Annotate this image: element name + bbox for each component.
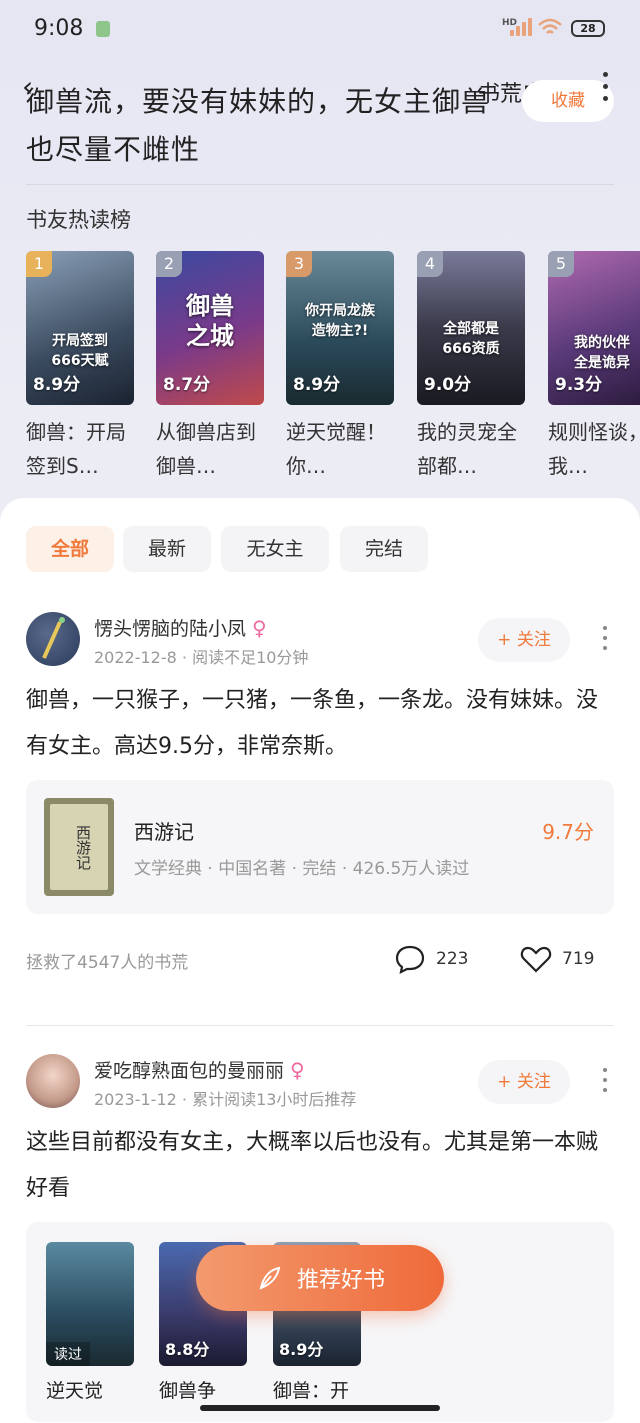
home-indicator[interactable] <box>200 1405 440 1411</box>
avatar-art-icon <box>42 617 65 659</box>
rank-badge: 2 <box>156 251 182 277</box>
post: 爱吃醇熟面包的曼丽丽 ♀ 2023-1-12 · 累计阅读13小时后推荐 + 关注… <box>26 1054 614 1422</box>
avatar[interactable] <box>26 612 80 666</box>
cover-art: 开局签到 666天赋 <box>51 333 109 369</box>
book-name: 逆天觉 <box>46 1380 104 1402</box>
book-name: 从御兽店到御兽… <box>156 420 256 478</box>
like-count: 719 <box>562 949 595 969</box>
hot-book-card[interactable]: 3 你开局龙族 造物主?! 8.9分 逆天觉醒！你… <box>286 251 394 483</box>
feather-icon <box>259 1266 281 1290</box>
book-score: 9.0分 <box>424 375 472 395</box>
cover-art: 全部都是 666资质 <box>442 321 500 357</box>
comment-button[interactable]: 223 <box>394 944 468 974</box>
post-text: 这些目前都没有女主，大概率以后也没有。尤其是第一本贼好看 <box>26 1130 599 1201</box>
post-footer: 拯救了4547人的书荒 223 719 <box>26 944 614 974</box>
fab-label: 推荐好书 <box>296 1268 385 1293</box>
post-text: 御兽，一只猴子，一只猪，一条鱼，一条龙。没有妹妹。没有女主。高达9.5分，非常奈… <box>26 688 599 759</box>
hot-book-card[interactable]: 1 开局签到 666天赋 8.9分 御兽：开局签到S… <box>26 251 134 483</box>
post-meta: 2022-12-8 · 阅读不足10分钟 <box>94 648 309 667</box>
rank-badge: 3 <box>286 251 312 277</box>
comment-icon <box>395 945 425 974</box>
book-score: 8.7分 <box>163 375 211 395</box>
book-score: 8.9分 <box>293 375 341 395</box>
post-more-icon[interactable] <box>600 624 610 654</box>
divider <box>26 184 614 185</box>
filter-tab-all[interactable]: 全部 <box>26 526 114 572</box>
post-meta: 2023-1-12 · 累计阅读13小时后推荐 <box>94 1090 357 1109</box>
hot-list-books: 1 开局签到 666天赋 8.9分 御兽：开局签到S… 2 御兽 之城 8.7分 从… <box>26 251 640 491</box>
status-time: 9:08 <box>34 16 84 41</box>
filter-tab-no-heroine[interactable]: 无女主 <box>221 526 329 572</box>
cover-art: 我的伙伴 全是诡异 <box>574 335 630 371</box>
follow-button[interactable]: + 关注 <box>478 618 570 662</box>
book-cover: 西游记 <box>44 798 114 896</box>
book-cover: 3 你开局龙族 造物主?! 8.9分 <box>286 251 394 405</box>
rank-badge: 5 <box>548 251 574 277</box>
book-cover: 5 我的伙伴 全是诡异 9.3分 <box>548 251 640 405</box>
wifi-icon <box>538 18 562 34</box>
hot-list-title: 书友热读榜 <box>26 208 131 232</box>
book-name: 逆天觉醒！你… <box>286 420 386 478</box>
recommended-book[interactable]: 读过 逆天觉 <box>46 1242 134 1403</box>
cover-art: 御兽 之城 <box>186 292 234 350</box>
hot-book-card[interactable]: 4 全部都是 666资质 9.0分 我的灵宠全部都… <box>417 251 525 483</box>
book-title: 西游记 <box>134 820 194 844</box>
recommend-book-button[interactable]: 推荐好书 <box>196 1245 444 1311</box>
comment-count: 223 <box>436 949 469 969</box>
rank-badge: 4 <box>417 251 443 277</box>
follow-button[interactable]: + 关注 <box>478 1060 570 1104</box>
like-button[interactable]: 719 <box>520 944 594 974</box>
battery-icon: 28 <box>571 20 605 37</box>
hot-book-card[interactable]: 5 我的伙伴 全是诡异 9.3分 规则怪谈，我… <box>548 251 640 483</box>
book-name: 我的灵宠全部都… <box>417 420 517 478</box>
book-score: 8.9分 <box>33 375 81 395</box>
book-cover: 2 御兽 之城 8.7分 <box>156 251 264 405</box>
book-meta: 文学经典 · 中国名著 · 完结 · 426.5万人读过 <box>134 859 470 879</box>
book-name: 御兽争 <box>159 1380 217 1402</box>
read-badge: 读过 <box>46 1342 90 1366</box>
book-name: 规则怪谈，我… <box>548 420 640 478</box>
saved-count-text: 拯救了4547人的书荒 <box>26 953 189 973</box>
female-icon: ♀ <box>252 616 267 640</box>
book-cover: 读过 <box>46 1242 134 1366</box>
signal-icon <box>508 18 532 36</box>
notification-app-icon <box>96 21 110 37</box>
hot-book-card[interactable]: 2 御兽 之城 8.7分 从御兽店到御兽… <box>156 251 264 483</box>
book-name: 御兽：开 <box>273 1380 350 1402</box>
status-bar: 9:08 HD 28 <box>0 0 640 58</box>
book-score: 9.3分 <box>555 375 603 395</box>
topic-title: 御兽流，要没有妹妹的，无女主御兽也尽量不雌性 <box>26 85 491 166</box>
filter-tab-latest[interactable]: 最新 <box>123 526 211 572</box>
book-score: 9.7分 <box>542 820 594 844</box>
username-text: 爱吃醇熟面包的曼丽丽 <box>94 1060 285 1082</box>
post-more-icon[interactable] <box>600 1066 610 1096</box>
cover-title: 西游记 <box>50 804 108 890</box>
username[interactable]: 愣头愣脑的陆小凤 ♀ <box>94 614 267 641</box>
book-cover: 4 全部都是 666资质 9.0分 <box>417 251 525 405</box>
more-options-icon[interactable] <box>600 70 612 106</box>
female-icon: ♀ <box>290 1058 305 1082</box>
divider <box>26 1025 614 1026</box>
rank-badge: 1 <box>26 251 52 277</box>
book-name: 御兽：开局签到S… <box>26 420 126 478</box>
avatar[interactable] <box>26 1054 80 1108</box>
post: 愣头愣脑的陆小凤 ♀ 2022-12-8 · 阅读不足10分钟 + 关注 御兽，一… <box>26 612 614 992</box>
book-score: 8.8分 <box>165 1340 210 1359</box>
book-reference-card[interactable]: 西游记 西游记 9.7分 文学经典 · 中国名著 · 完结 · 426.5万人读… <box>26 780 614 914</box>
heart-icon <box>520 946 552 973</box>
back-button[interactable]: ‹ <box>22 73 46 101</box>
filter-tab-completed[interactable]: 完结 <box>340 526 428 572</box>
book-cover: 1 开局签到 666天赋 8.9分 <box>26 251 134 405</box>
book-score: 8.9分 <box>279 1340 324 1359</box>
username[interactable]: 爱吃醇熟面包的曼丽丽 ♀ <box>94 1056 305 1083</box>
username-text: 愣头愣脑的陆小凤 <box>94 618 247 640</box>
cover-art: 你开局龙族 造物主?! <box>305 303 375 339</box>
